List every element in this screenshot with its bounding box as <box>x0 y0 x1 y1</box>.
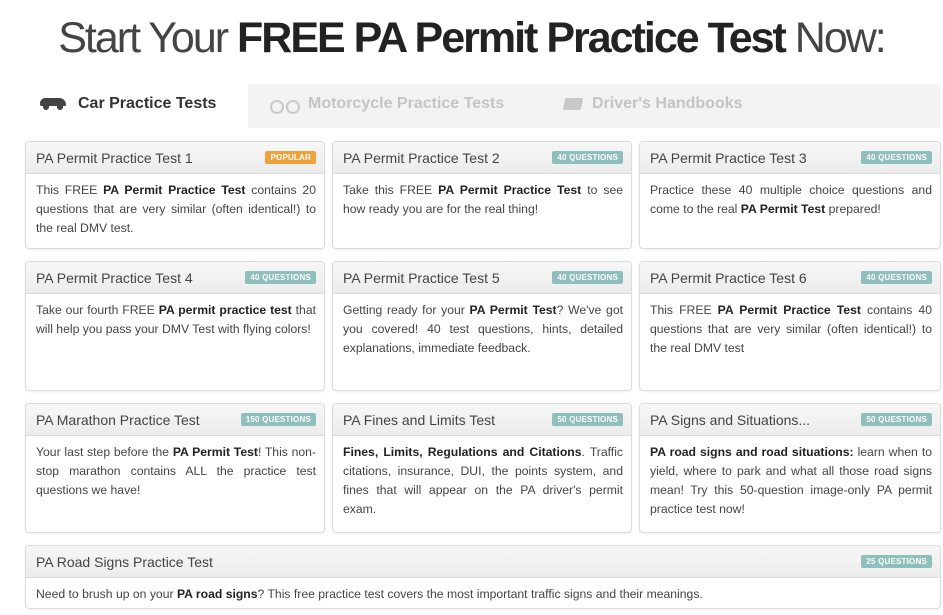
card-description: Take this FREE PA Permit Practice Test t… <box>333 174 631 219</box>
question-count-badge: 40 QUESTIONS <box>552 271 623 284</box>
headline-prefix: Start Your <box>58 14 238 62</box>
practice-test-card[interactable]: PA Permit Practice Test 6 40 QUESTIONS T… <box>639 261 941 391</box>
question-count-badge: 150 QUESTIONS <box>240 413 316 426</box>
tab-label: Driver's Handbooks <box>592 95 743 112</box>
card-description: This FREE PA Permit Practice Test contai… <box>640 294 940 358</box>
card-description: Take our fourth FREE PA permit practice … <box>26 294 324 339</box>
description-emphasis: PA Permit Test <box>172 445 258 459</box>
card-title: PA Permit Practice Test 6 <box>650 269 807 286</box>
motorcycle-icon <box>270 98 300 114</box>
description-emphasis: PA road signs <box>176 587 258 601</box>
card-title: PA Marathon Practice Test <box>36 411 200 428</box>
practice-test-card[interactable]: PA Marathon Practice Test 150 QUESTIONS … <box>25 403 325 533</box>
practice-test-card[interactable]: PA Permit Practice Test 2 40 QUESTIONS T… <box>332 141 632 249</box>
card-title: PA Permit Practice Test 1 <box>36 149 193 166</box>
card-title: PA Road Signs Practice Test <box>36 553 213 570</box>
description-text: This FREE <box>650 303 718 317</box>
practice-test-card[interactable]: PA Permit Practice Test 3 40 QUESTIONS P… <box>639 141 941 249</box>
description-text: Need to brush up on your <box>36 587 177 601</box>
description-text: prepared! <box>825 202 881 216</box>
card-header: PA Marathon Practice Test 150 QUESTIONS <box>26 404 324 436</box>
card-description: Fines, Limits, Regulations and Citations… <box>333 436 631 519</box>
card-description: PA road signs and road situations: learn… <box>640 436 940 519</box>
question-count-badge: 40 QUESTIONS <box>861 271 932 284</box>
description-emphasis: PA Permit Test <box>469 303 557 317</box>
headline-suffix: Now: <box>784 14 887 62</box>
description-emphasis: PA Permit Practice Test <box>438 183 582 197</box>
card-header: PA Signs and Situations... 50 QUESTIONS <box>640 404 940 436</box>
description-text: ? This free practice test covers the mos… <box>257 587 703 601</box>
tab-label: Car Practice Tests <box>78 95 217 112</box>
card-header: PA Permit Practice Test 4 40 QUESTIONS <box>26 262 324 294</box>
test-category-tabs: Car Practice Tests Motorcycle Practice T… <box>22 80 942 128</box>
book-icon <box>562 98 584 110</box>
card-header: PA Permit Practice Test 3 40 QUESTIONS <box>640 142 940 174</box>
card-title: PA Signs and Situations... <box>650 411 811 428</box>
practice-test-card[interactable]: PA Permit Practice Test 5 40 QUESTIONS G… <box>332 261 632 391</box>
tab-drivers-handbooks[interactable]: Driver's Handbooks <box>562 80 743 128</box>
question-count-badge: 40 QUESTIONS <box>861 151 932 164</box>
popular-badge: POPULAR <box>265 151 316 164</box>
practice-test-card[interactable]: PA Signs and Situations... 50 QUESTIONS … <box>639 403 941 533</box>
description-text: Getting ready for your <box>343 303 470 317</box>
card-description: Need to brush up on your PA road signs? … <box>26 578 940 604</box>
card-description: Your last step before the PA Permit Test… <box>26 436 324 500</box>
headline-emphasis: FREE PA Permit Practice Test <box>237 14 787 62</box>
card-header: PA Permit Practice Test 5 40 QUESTIONS <box>333 262 631 294</box>
card-description: Practice these 40 multiple choice questi… <box>640 174 940 219</box>
card-header: PA Permit Practice Test 2 40 QUESTIONS <box>333 142 631 174</box>
description-emphasis: Fines, Limits, Regulations and Citations <box>343 445 582 459</box>
description-text: Your last step before the <box>36 445 173 459</box>
card-title: PA Permit Practice Test 3 <box>650 149 807 166</box>
car-icon <box>38 98 68 110</box>
card-title: PA Fines and Limits Test <box>343 411 495 428</box>
card-title: PA Permit Practice Test 4 <box>36 269 193 286</box>
description-emphasis: PA Permit Practice Test <box>717 303 861 317</box>
tab-car-practice-tests[interactable]: Car Practice Tests <box>22 80 248 128</box>
description-emphasis: PA road signs and road situations: <box>650 445 854 459</box>
question-count-badge: 25 QUESTIONS <box>861 555 932 568</box>
description-emphasis: PA permit practice test <box>158 303 292 317</box>
description-emphasis: PA Permit Practice Test <box>103 183 246 197</box>
question-count-badge: 50 QUESTIONS <box>861 413 932 426</box>
card-header: PA Permit Practice Test 1 POPULAR <box>26 142 324 174</box>
card-description: This FREE PA Permit Practice Test contai… <box>26 174 324 238</box>
card-title: PA Permit Practice Test 2 <box>343 149 500 166</box>
question-count-badge: 40 QUESTIONS <box>552 151 623 164</box>
practice-test-card[interactable]: PA Permit Practice Test 4 40 QUESTIONS T… <box>25 261 325 391</box>
question-count-badge: 40 QUESTIONS <box>245 271 316 284</box>
tab-label: Motorcycle Practice Tests <box>308 95 505 112</box>
practice-test-card[interactable]: PA Fines and Limits Test 50 QUESTIONS Fi… <box>332 403 632 533</box>
description-text: This FREE <box>36 183 104 197</box>
description-emphasis: PA Permit Test <box>740 202 826 216</box>
card-header: PA Fines and Limits Test 50 QUESTIONS <box>333 404 631 436</box>
tab-motorcycle-practice-tests[interactable]: Motorcycle Practice Tests <box>270 80 504 128</box>
card-header: PA Permit Practice Test 6 40 QUESTIONS <box>640 262 940 294</box>
page-headline: Start Your FREE PA Permit Practice Test … <box>0 14 943 63</box>
question-count-badge: 50 QUESTIONS <box>552 413 623 426</box>
practice-test-card[interactable]: PA Road Signs Practice Test 25 QUESTIONS… <box>25 545 941 609</box>
card-title: PA Permit Practice Test 5 <box>343 269 500 286</box>
description-text: Take this FREE <box>343 183 439 197</box>
description-text: Take our fourth FREE <box>36 303 159 317</box>
card-header: PA Road Signs Practice Test 25 QUESTIONS <box>26 546 940 578</box>
card-description: Getting ready for your PA Permit Test? W… <box>333 294 631 358</box>
practice-test-card[interactable]: PA Permit Practice Test 1 POPULAR This F… <box>25 141 325 249</box>
